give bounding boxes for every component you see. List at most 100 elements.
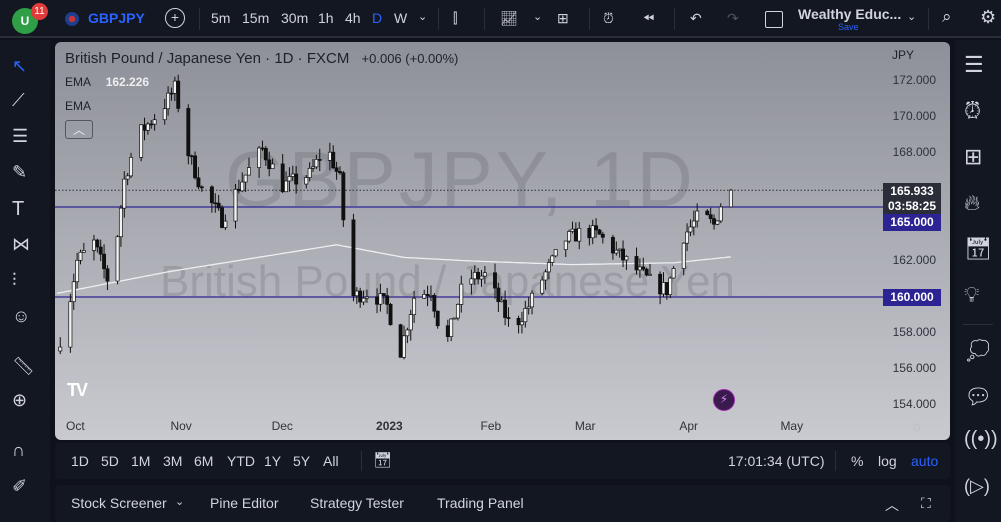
candle[interactable] — [142, 117, 147, 141]
tab-trading-panel[interactable]: Trading Panel — [437, 495, 524, 511]
alert-icon[interactable]: ⏰︎ — [603, 10, 614, 27]
zoom-in-icon[interactable]: ⊕ — [12, 390, 38, 416]
lightning-icon[interactable]: ⚡︎ — [713, 389, 735, 411]
candle[interactable] — [216, 194, 221, 211]
range-1m[interactable]: 1M — [131, 453, 150, 469]
candle[interactable] — [213, 193, 218, 213]
candle[interactable] — [294, 166, 299, 194]
cursor-icon[interactable]: ↖ — [12, 56, 38, 82]
candle[interactable] — [354, 287, 359, 304]
candle[interactable] — [162, 98, 167, 125]
chevron-down-icon[interactable]: ⌄ — [175, 495, 184, 508]
candle[interactable] — [102, 244, 107, 279]
interval-4h[interactable]: 4h — [345, 10, 361, 26]
candle[interactable] — [78, 249, 83, 265]
candle[interactable] — [553, 249, 558, 258]
tab-pine-editor[interactable]: Pine Editor — [210, 495, 278, 511]
candle[interactable] — [472, 265, 477, 286]
candle[interactable] — [506, 307, 511, 327]
candlestick-plot[interactable] — [55, 42, 950, 440]
fib-icon[interactable]: ☰ — [12, 126, 38, 152]
candle[interactable] — [338, 166, 342, 175]
candle[interactable] — [263, 146, 268, 166]
candle[interactable] — [567, 229, 572, 244]
redo-icon[interactable]: ↷ — [727, 10, 739, 27]
candle[interactable] — [449, 318, 454, 342]
candle[interactable] — [469, 269, 474, 295]
fullscreen-square-icon[interactable] — [765, 11, 783, 28]
candle[interactable] — [58, 337, 63, 355]
candle[interactable] — [149, 120, 154, 129]
candle[interactable] — [708, 207, 713, 224]
candle[interactable] — [526, 297, 531, 315]
ema-indicator-1[interactable]: EMA 162.226 — [65, 75, 149, 89]
trendline-icon[interactable]: ⟋ — [12, 90, 38, 116]
candle[interactable] — [516, 315, 521, 334]
candle[interactable] — [637, 258, 642, 278]
candle[interactable] — [115, 235, 120, 285]
candle[interactable] — [169, 87, 174, 101]
candle[interactable] — [186, 104, 191, 165]
candle[interactable] — [314, 154, 319, 170]
candle[interactable] — [307, 162, 312, 182]
candle[interactable] — [459, 275, 464, 313]
candle[interactable] — [71, 273, 76, 310]
candle[interactable] — [334, 161, 339, 180]
ideas-bulb-icon[interactable]: 💡︎ — [964, 282, 992, 310]
candle[interactable] — [429, 285, 433, 302]
candle[interactable] — [166, 86, 171, 116]
candle[interactable] — [691, 210, 696, 236]
candle[interactable] — [685, 223, 690, 252]
candle[interactable] — [712, 214, 716, 230]
forecast-icon[interactable]: ⫶ — [12, 270, 38, 296]
candle[interactable] — [614, 241, 619, 256]
candle[interactable] — [196, 167, 201, 190]
clock-timezone[interactable]: 17:01:34 (UTC) — [728, 453, 824, 469]
candle[interactable] — [476, 267, 481, 285]
pattern-icon[interactable]: ⋈ — [12, 234, 38, 260]
maximize-panel-icon[interactable]: ⛶ — [921, 495, 931, 512]
candle[interactable] — [587, 224, 592, 246]
lock-drawing-icon[interactable]: ✐ — [12, 476, 38, 502]
candle[interactable] — [209, 185, 214, 213]
candle[interactable] — [661, 272, 666, 297]
interval-1h[interactable]: 1h — [318, 10, 334, 26]
interval-30m[interactable]: 30m — [281, 10, 308, 26]
candle[interactable] — [199, 185, 204, 192]
watchlist-icon[interactable]: ☰ — [964, 52, 992, 80]
candle[interactable] — [240, 172, 245, 193]
indicators-icon[interactable]: 📈︎ — [500, 10, 518, 27]
candle[interactable] — [503, 290, 508, 326]
candle[interactable] — [129, 152, 133, 178]
candle[interactable] — [405, 327, 410, 344]
candle[interactable] — [493, 263, 497, 299]
candle[interactable] — [68, 293, 73, 353]
stream-play-icon[interactable]: (▷) — [964, 476, 992, 504]
candle[interactable] — [189, 154, 194, 165]
candle[interactable] — [540, 275, 545, 296]
chat-cloud-icon[interactable]: 💭︎ — [964, 338, 992, 366]
candle[interactable] — [455, 303, 460, 321]
candle[interactable] — [145, 122, 150, 135]
interval-d[interactable]: D — [372, 10, 382, 26]
chevron-down-icon[interactable]: ⌄ — [907, 10, 916, 23]
candle[interactable] — [671, 266, 676, 279]
ema-indicator-2[interactable]: EMA • • • — [65, 99, 120, 113]
horizontal-line-label-165[interactable]: 165.000 — [883, 214, 941, 231]
candle[interactable] — [172, 76, 177, 101]
candle[interactable] — [236, 179, 241, 194]
candle[interactable] — [152, 113, 157, 131]
candle[interactable] — [546, 258, 551, 280]
candle[interactable] — [482, 265, 487, 284]
chart-pane[interactable]: GBPJPY, 1D British Pound / Japanese Yen … — [55, 42, 950, 440]
range-1d[interactable]: 1D — [71, 453, 89, 469]
candle[interactable] — [597, 228, 602, 235]
candle[interactable] — [412, 290, 417, 324]
candle[interactable] — [257, 145, 262, 179]
candle[interactable] — [105, 265, 110, 291]
candle[interactable] — [287, 167, 292, 192]
candle[interactable] — [358, 287, 363, 308]
candle[interactable] — [364, 289, 369, 303]
candle[interactable] — [728, 188, 733, 208]
candle[interactable] — [445, 319, 450, 342]
